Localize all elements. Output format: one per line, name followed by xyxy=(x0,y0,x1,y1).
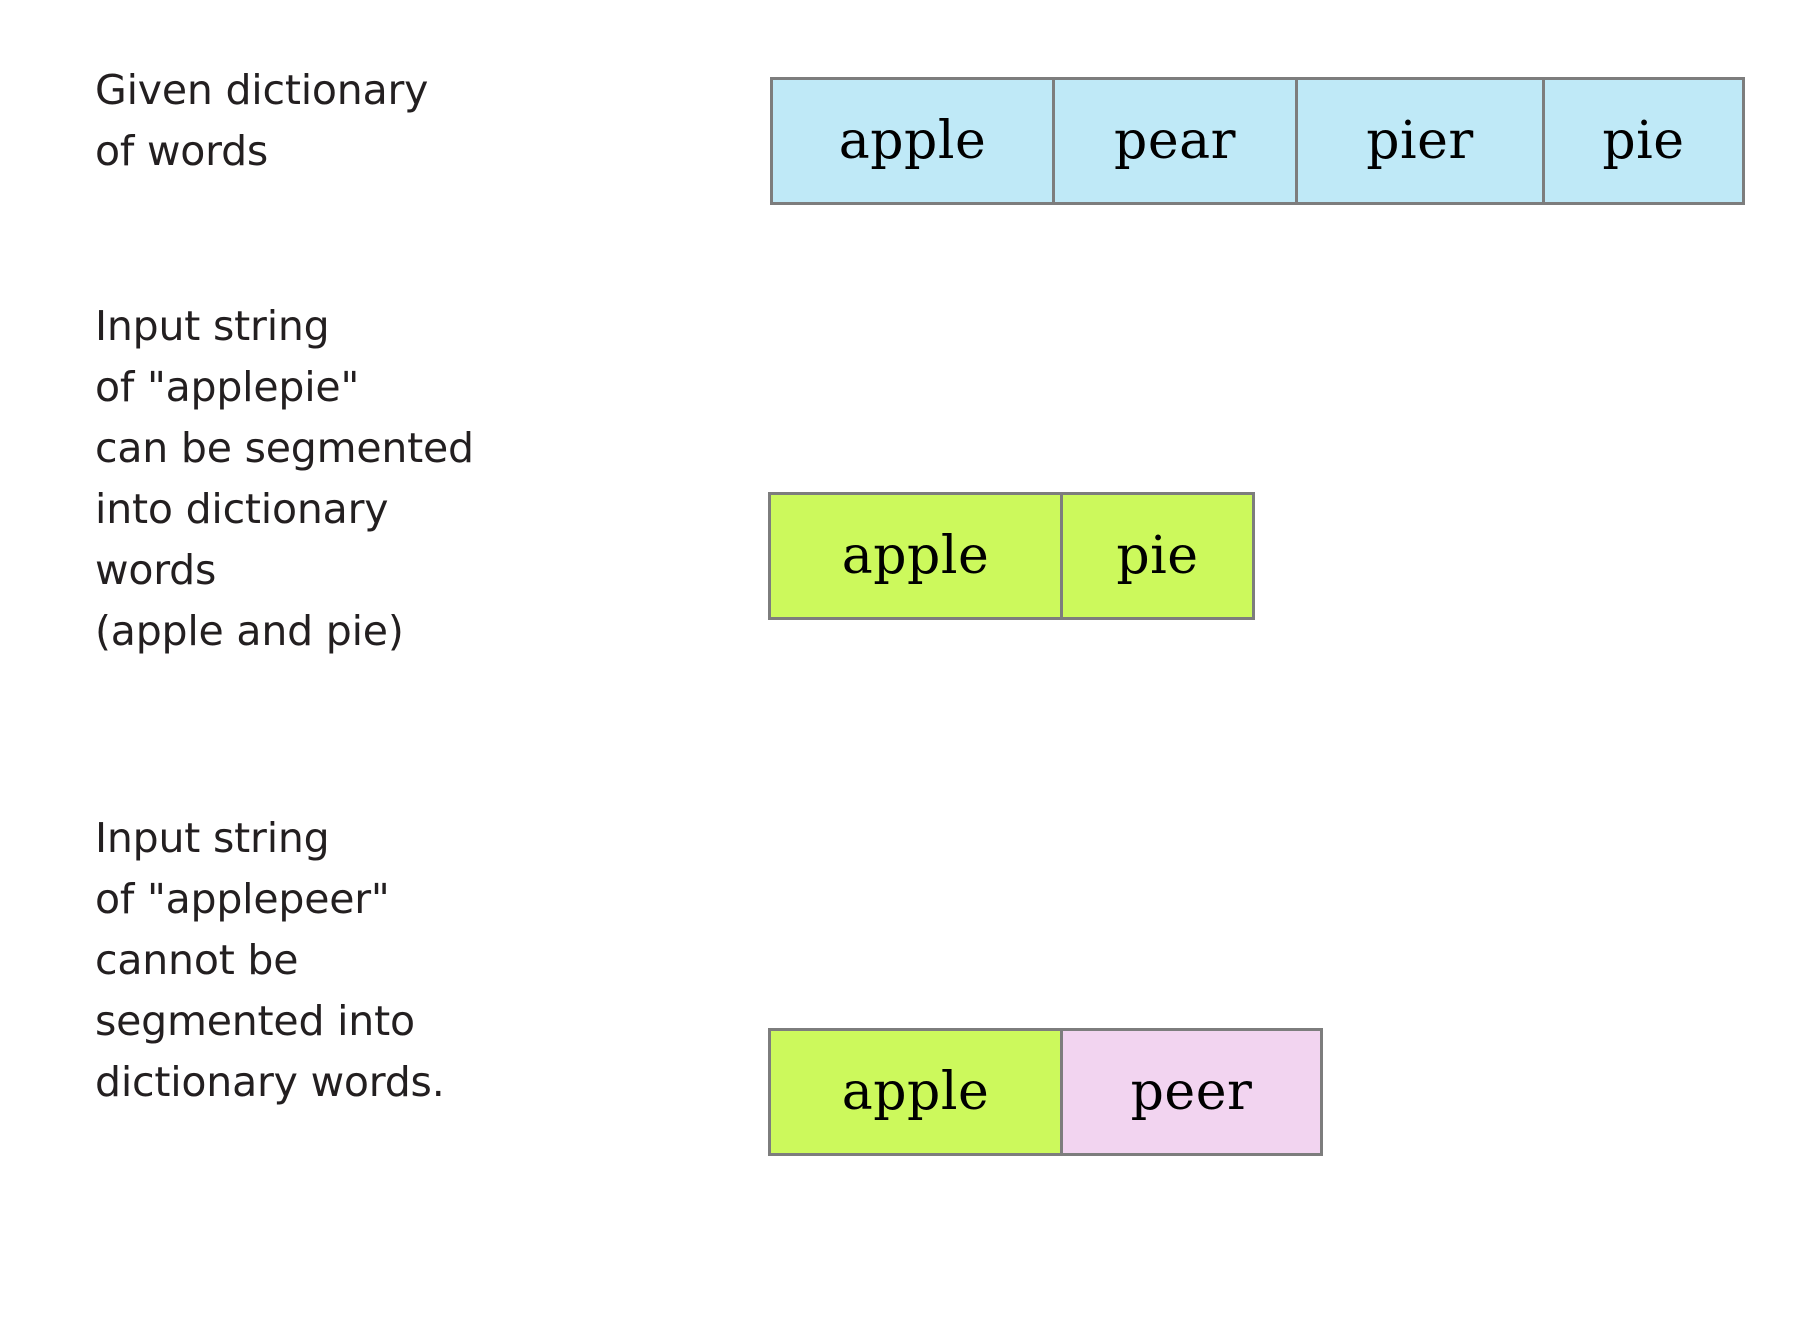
dictionary-cell-pie: pie xyxy=(1542,77,1745,205)
applepeer-row: apple peer xyxy=(768,1028,1323,1156)
dictionary-cell-pier: pier xyxy=(1295,77,1545,205)
applepie-row: apple pie xyxy=(768,492,1255,620)
applepeer-cell-peer: peer xyxy=(1060,1028,1323,1156)
applepeer-caption: Input string of "applepeer" cannot be se… xyxy=(95,814,445,1106)
dictionary-cell-pear: pear xyxy=(1052,77,1298,205)
applepeer-cell-apple: apple xyxy=(768,1028,1063,1156)
diagram-canvas: Given dictionary of words apple pear pie… xyxy=(0,0,1800,1321)
dictionary-caption: Given dictionary of words xyxy=(95,66,429,175)
applepie-cell-pie: pie xyxy=(1060,492,1255,620)
applepie-caption: Input string of "applepie" can be segmen… xyxy=(95,302,474,655)
dictionary-row: apple pear pier pie xyxy=(770,77,1745,205)
dictionary-cell-apple: apple xyxy=(770,77,1055,205)
applepie-cell-apple: apple xyxy=(768,492,1063,620)
